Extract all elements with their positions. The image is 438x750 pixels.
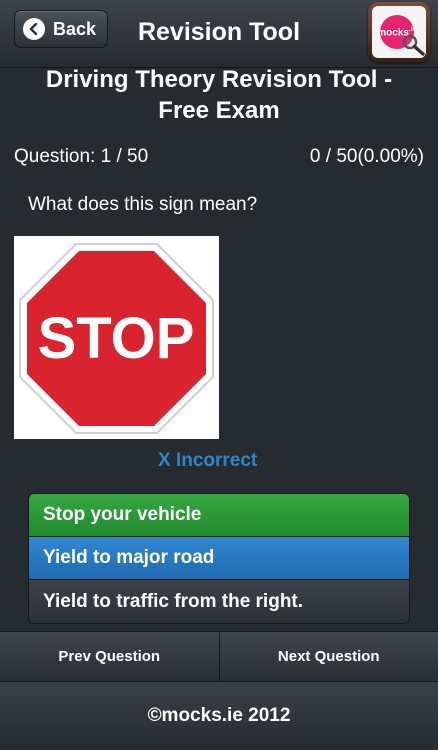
bottom-toolbar: Prev Question Next Question [0,631,438,682]
footer-copyright: ©mocks.ie 2012 [0,682,438,750]
answer-option-1[interactable]: Stop your vehicle [29,494,409,537]
navigation-bar: Back Revision Tool mocks.ie [0,0,438,68]
score-counter: 0 / 50(0.00%) [309,146,424,167]
sign-text: STOP [38,306,195,371]
mocks-logo[interactable]: mocks.ie [368,2,430,62]
sign-image: STOP [14,236,219,439]
feedback-incorrect: X Incorrect [158,450,258,471]
question-counter: Question: 1 / 50 [14,146,149,167]
answer-option-3[interactable]: Yield to traffic from the right. [29,580,409,623]
magnifier-icon [402,34,425,56]
stop-sign-icon: STOP [14,236,219,439]
answer-option-2[interactable]: Yield to major road [29,537,409,580]
question-text: What does this sign mean? [28,194,258,215]
answer-list: Stop your vehicle Yield to major road Yi… [28,493,410,624]
page-title: Driving Theory Revision Tool - Free Exam [45,66,393,124]
prev-question-button[interactable]: Prev Question [0,632,219,681]
next-question-button[interactable]: Next Question [218,632,438,681]
